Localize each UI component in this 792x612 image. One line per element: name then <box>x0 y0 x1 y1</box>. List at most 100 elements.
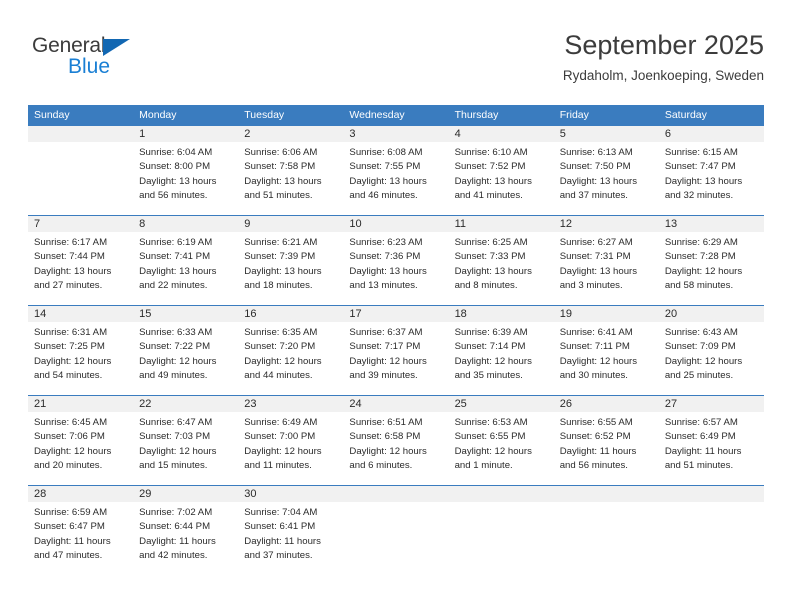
daylight-text-line2: and 25 minutes. <box>664 369 734 381</box>
week-row: 1 Sunrise: 6:04 AM Sunset: 8:00 PM Dayli… <box>28 125 764 215</box>
day-cell[interactable] <box>553 486 659 576</box>
day-number: 7 <box>28 216 134 232</box>
day-cell[interactable]: 24 Sunrise: 6:51 AM Sunset: 6:58 PM Dayl… <box>343 396 449 486</box>
daylight-text-line1: Daylight: 13 hours <box>244 265 322 277</box>
daylight-text-line2: and 56 minutes. <box>559 459 628 471</box>
day-cell[interactable] <box>28 126 134 216</box>
day-details <box>449 502 554 506</box>
day-details: Sunrise: 6:27 AM Sunset: 7:31 PM Dayligh… <box>554 232 659 293</box>
sunset-text: Sunset: 7:55 PM <box>349 161 421 173</box>
sunset-text: Sunset: 7:39 PM <box>244 251 316 263</box>
day-details: Sunrise: 6:23 AM Sunset: 7:36 PM Dayligh… <box>343 232 448 293</box>
day-number: 17 <box>343 306 449 322</box>
day-details: Sunrise: 6:08 AM Sunset: 7:55 PM Dayligh… <box>343 142 448 203</box>
day-cell[interactable] <box>658 486 764 576</box>
day-cell[interactable]: 30 Sunrise: 7:04 AM Sunset: 6:41 PM Dayl… <box>238 486 344 576</box>
sunrise-text: Sunrise: 7:04 AM <box>244 507 318 518</box>
day-cell[interactable]: 18 Sunrise: 6:39 AM Sunset: 7:14 PM Dayl… <box>448 306 554 396</box>
day-cell[interactable]: 19 Sunrise: 6:41 AM Sunset: 7:11 PM Dayl… <box>553 306 659 396</box>
day-cell[interactable]: 4 Sunrise: 6:10 AM Sunset: 7:52 PM Dayli… <box>448 126 554 216</box>
sunset-text: Sunset: 7:47 PM <box>664 161 736 173</box>
day-number: 12 <box>553 216 659 232</box>
day-number: 14 <box>28 306 134 322</box>
day-cell[interactable]: 16 Sunrise: 6:35 AM Sunset: 7:20 PM Dayl… <box>238 306 344 396</box>
sunrise-text: Sunrise: 6:39 AM <box>454 327 528 338</box>
day-cell[interactable]: 7 Sunrise: 6:17 AM Sunset: 7:44 PM Dayli… <box>28 216 134 306</box>
daylight-text-line2: and 37 minutes. <box>559 189 628 201</box>
day-details: Sunrise: 6:15 AM Sunset: 7:47 PM Dayligh… <box>659 142 764 203</box>
day-cell[interactable]: 12 Sunrise: 6:27 AM Sunset: 7:31 PM Dayl… <box>553 216 659 306</box>
day-number <box>448 486 554 502</box>
sunset-text: Sunset: 6:44 PM <box>139 521 211 533</box>
day-cell[interactable]: 13 Sunrise: 6:29 AM Sunset: 7:28 PM Dayl… <box>658 216 764 306</box>
day-cell[interactable]: 25 Sunrise: 6:53 AM Sunset: 6:55 PM Dayl… <box>448 396 554 486</box>
daylight-text-line2: and 35 minutes. <box>454 369 523 381</box>
day-number: 6 <box>658 126 764 142</box>
day-number: 24 <box>343 396 449 412</box>
sunrise-text: Sunrise: 6:10 AM <box>454 147 528 158</box>
day-number: 16 <box>238 306 344 322</box>
day-cell[interactable]: 2 Sunrise: 6:06 AM Sunset: 7:58 PM Dayli… <box>238 126 344 216</box>
daylight-text-line2: and 54 minutes. <box>34 369 103 381</box>
day-cell[interactable]: 10 Sunrise: 6:23 AM Sunset: 7:36 PM Dayl… <box>343 216 449 306</box>
sunset-text: Sunset: 7:50 PM <box>559 161 631 173</box>
day-cell[interactable]: 23 Sunrise: 6:49 AM Sunset: 7:00 PM Dayl… <box>238 396 344 486</box>
page-subtitle: Rydaholm, Joenkoeping, Sweden <box>562 68 764 83</box>
general-blue-logo[interactable]: General Blue <box>32 34 172 84</box>
daylight-text-line2: and 49 minutes. <box>139 369 208 381</box>
daylight-text-line2: and 32 minutes. <box>664 189 734 201</box>
day-cell[interactable] <box>448 486 554 576</box>
daylight-text-line1: Daylight: 12 hours <box>349 355 427 367</box>
day-cell[interactable]: 1 Sunrise: 6:04 AM Sunset: 8:00 PM Dayli… <box>133 126 239 216</box>
daylight-text-line1: Daylight: 13 hours <box>349 265 427 277</box>
sunset-text: Sunset: 8:00 PM <box>139 161 211 173</box>
day-cell[interactable]: 28 Sunrise: 6:59 AM Sunset: 6:47 PM Dayl… <box>28 486 134 576</box>
day-cell[interactable]: 20 Sunrise: 6:43 AM Sunset: 7:09 PM Dayl… <box>658 306 764 396</box>
daylight-text-line1: Daylight: 13 hours <box>454 175 532 187</box>
sunset-text: Sunset: 7:44 PM <box>34 251 105 263</box>
day-number: 4 <box>448 126 554 142</box>
sunset-text: Sunset: 7:17 PM <box>349 341 421 353</box>
sunrise-text: Sunrise: 6:57 AM <box>664 417 738 428</box>
day-cell[interactable] <box>343 486 449 576</box>
sunrise-text: Sunrise: 6:25 AM <box>454 237 528 248</box>
sunrise-text: Sunrise: 6:33 AM <box>139 327 213 338</box>
daylight-text-line2: and 56 minutes. <box>139 189 208 201</box>
day-number: 3 <box>343 126 449 142</box>
day-details: Sunrise: 6:55 AM Sunset: 6:52 PM Dayligh… <box>554 412 659 473</box>
sunset-text: Sunset: 7:09 PM <box>664 341 736 353</box>
day-details: Sunrise: 6:29 AM Sunset: 7:28 PM Dayligh… <box>659 232 764 293</box>
day-cell[interactable]: 29 Sunrise: 7:02 AM Sunset: 6:44 PM Dayl… <box>133 486 239 576</box>
day-cell[interactable]: 26 Sunrise: 6:55 AM Sunset: 6:52 PM Dayl… <box>553 396 659 486</box>
sunset-text: Sunset: 7:28 PM <box>664 251 736 263</box>
day-number: 8 <box>133 216 239 232</box>
sunrise-text: Sunrise: 6:19 AM <box>139 237 213 248</box>
day-cell[interactable]: 21 Sunrise: 6:45 AM Sunset: 7:06 PM Dayl… <box>28 396 134 486</box>
day-cell[interactable]: 3 Sunrise: 6:08 AM Sunset: 7:55 PM Dayli… <box>343 126 449 216</box>
daylight-text-line2: and 37 minutes. <box>244 549 313 561</box>
sunrise-text: Sunrise: 6:15 AM <box>664 147 738 158</box>
sunrise-text: Sunrise: 6:08 AM <box>349 147 423 158</box>
daylight-text-line1: Daylight: 12 hours <box>454 445 532 457</box>
daylight-text-line2: and 47 minutes. <box>34 549 103 561</box>
day-cell[interactable]: 11 Sunrise: 6:25 AM Sunset: 7:33 PM Dayl… <box>448 216 554 306</box>
day-cell[interactable]: 9 Sunrise: 6:21 AM Sunset: 7:39 PM Dayli… <box>238 216 344 306</box>
day-cell[interactable]: 6 Sunrise: 6:15 AM Sunset: 7:47 PM Dayli… <box>658 126 764 216</box>
day-cell[interactable]: 27 Sunrise: 6:57 AM Sunset: 6:49 PM Dayl… <box>658 396 764 486</box>
day-details: Sunrise: 6:31 AM Sunset: 7:25 PM Dayligh… <box>28 322 133 383</box>
day-cell[interactable]: 5 Sunrise: 6:13 AM Sunset: 7:50 PM Dayli… <box>553 126 659 216</box>
sunrise-text: Sunrise: 6:29 AM <box>664 237 738 248</box>
day-cell[interactable]: 8 Sunrise: 6:19 AM Sunset: 7:41 PM Dayli… <box>133 216 239 306</box>
daylight-text-line1: Daylight: 11 hours <box>34 535 111 547</box>
daylight-text-line1: Daylight: 13 hours <box>454 265 532 277</box>
day-details <box>28 142 133 146</box>
day-cell[interactable]: 15 Sunrise: 6:33 AM Sunset: 7:22 PM Dayl… <box>133 306 239 396</box>
day-cell[interactable]: 17 Sunrise: 6:37 AM Sunset: 7:17 PM Dayl… <box>343 306 449 396</box>
day-number: 15 <box>133 306 239 322</box>
sunrise-text: Sunrise: 6:51 AM <box>349 417 423 428</box>
daylight-text-line1: Daylight: 13 hours <box>139 175 217 187</box>
weekday-header-row: Sunday Monday Tuesday Wednesday Thursday… <box>28 105 764 125</box>
day-details: Sunrise: 6:43 AM Sunset: 7:09 PM Dayligh… <box>659 322 764 383</box>
day-cell[interactable]: 14 Sunrise: 6:31 AM Sunset: 7:25 PM Dayl… <box>28 306 134 396</box>
day-cell[interactable]: 22 Sunrise: 6:47 AM Sunset: 7:03 PM Dayl… <box>133 396 239 486</box>
